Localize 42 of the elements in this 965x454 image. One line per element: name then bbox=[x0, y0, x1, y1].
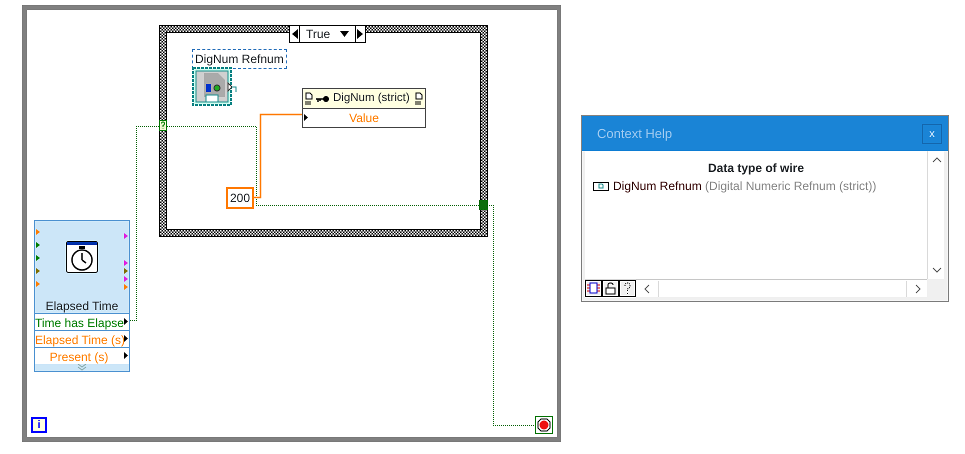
case-selector[interactable]: True bbox=[299, 26, 356, 42]
help-icon bbox=[622, 282, 633, 295]
stopwatch-icon bbox=[66, 241, 98, 273]
input-terminal-icon bbox=[304, 114, 308, 122]
input-terminals-drawing bbox=[36, 229, 40, 289]
class-name: DigNum (strict) bbox=[333, 91, 411, 106]
output-label: Time has Elapse bbox=[35, 313, 129, 330]
scroll-up-icon[interactable] bbox=[932, 157, 942, 163]
output-terminals-drawing bbox=[124, 233, 128, 290]
lock-button[interactable] bbox=[602, 280, 619, 297]
window-title: Context Help bbox=[597, 124, 672, 143]
lock-icon bbox=[605, 282, 616, 295]
refnum-label: DigNum Refnum bbox=[192, 49, 287, 69]
numeric-constant[interactable]: 200 bbox=[226, 187, 254, 209]
increment-arrow-icon[interactable] bbox=[356, 26, 366, 42]
toggle-view-button[interactable] bbox=[585, 280, 602, 297]
scroll-right-icon[interactable] bbox=[915, 284, 921, 294]
output-label: Present (s) bbox=[35, 347, 129, 364]
output-terminal-icon bbox=[124, 352, 128, 359]
data-type-description: DigNum Refnum (Digital Numeric Refnum (strict)) bbox=[613, 178, 876, 195]
document-icon bbox=[305, 92, 313, 106]
property-name: Value bbox=[349, 111, 379, 126]
dropdown-arrow-icon bbox=[340, 31, 350, 37]
horizontal-scrollbar[interactable] bbox=[658, 280, 907, 296]
scroll-down-icon[interactable] bbox=[932, 267, 942, 273]
output-label: Elapsed Time (s) bbox=[35, 330, 129, 347]
diagram-icon bbox=[587, 282, 600, 295]
help-heading: Data type of wire bbox=[706, 160, 806, 177]
vertical-scrollbar[interactable] bbox=[927, 151, 944, 279]
scroll-left-icon[interactable] bbox=[644, 284, 650, 294]
output-terminal-icon bbox=[124, 318, 128, 325]
express-vi-title: Elapsed Time bbox=[44, 298, 120, 315]
refnum-type-icon bbox=[593, 182, 609, 190]
case-selector-terminal-icon[interactable] bbox=[159, 120, 167, 131]
decrement-arrow-icon[interactable] bbox=[290, 26, 299, 42]
help-button[interactable] bbox=[619, 280, 636, 297]
stop-terminal-icon[interactable] bbox=[535, 416, 553, 434]
key-icon bbox=[316, 94, 330, 103]
output-terminal-icon bbox=[124, 335, 128, 342]
document-icon bbox=[415, 92, 423, 106]
tunnel-icon bbox=[479, 200, 488, 210]
iteration-terminal: i bbox=[31, 417, 47, 433]
